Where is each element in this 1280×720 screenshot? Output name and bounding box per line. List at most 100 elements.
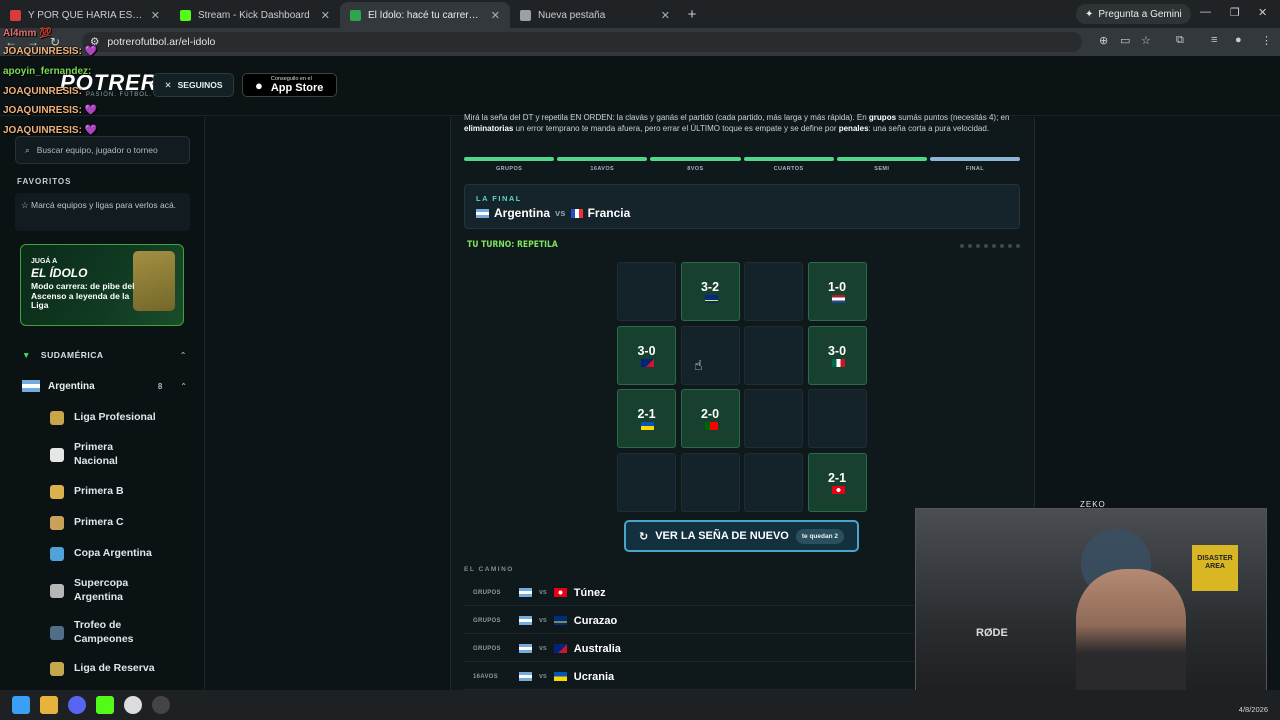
repeat-signal-button[interactable]: ↻ VER LA SEÑA DE NUEVO te quedan 2 [624, 520, 859, 552]
site-tagline: PASIÓN. FÚTBOL. [86, 92, 152, 98]
maximize-icon[interactable]: ❐ [1230, 6, 1240, 19]
discord-icon[interactable] [68, 696, 86, 714]
grid-cell[interactable]: 2-1 [807, 452, 867, 512]
profile-icon[interactable]: ● [1235, 34, 1242, 46]
chat-message: JOAQUINRESIS: [3, 86, 82, 97]
app-store-button[interactable]: ● Conseguilo en el App Store [242, 73, 337, 97]
hand-cursor-icon: ☝ [694, 357, 703, 373]
chat-message: JOAQUINRESIS: 💜 [3, 46, 97, 57]
new-tab-button[interactable]: + [680, 6, 704, 23]
url-field[interactable]: ⚙ potrerofutbol.ar/el-idolo [82, 32, 1082, 52]
grid-cell[interactable]: 2-0 [680, 389, 740, 448]
close-icon[interactable]: ✕ [661, 9, 670, 22]
close-icon[interactable]: ✕ [321, 9, 330, 22]
vs-label: vs [555, 207, 566, 219]
chat-user: apoyin_fernandez: [3, 66, 92, 77]
instruction-text: Mirá la seña del DT y repetila EN ORDEN:… [464, 113, 869, 122]
cast-icon[interactable]: ▭ [1120, 34, 1130, 47]
extensions-icon[interactable]: ⧉ [1176, 34, 1184, 47]
grid-cell[interactable] [744, 262, 803, 321]
path-stage: GRUPOS [473, 589, 501, 596]
grid-cell[interactable] [617, 452, 676, 512]
league-label: Liga Profesional [74, 411, 156, 424]
chevron-up-icon: ⌃ [180, 381, 187, 391]
grid-cell[interactable] [680, 452, 740, 512]
region-sudamerica[interactable]: ▼ SUDAMÉRICA ⌃ [22, 350, 187, 360]
grid-cell[interactable] [617, 262, 676, 321]
stage-step: CUARTOS [743, 157, 834, 172]
chat-user: Al4mm [3, 28, 37, 39]
grid-cell[interactable]: 3-2 [680, 262, 740, 321]
close-icon[interactable]: ✕ [491, 9, 500, 22]
minimize-icon[interactable]: — [1200, 6, 1211, 18]
league-item[interactable]: Primera B [50, 485, 194, 499]
grid-cell[interactable]: 1-0 [807, 262, 867, 321]
remaining-badge: te quedan 2 [795, 528, 844, 544]
stage-step: GRUPOS [464, 157, 555, 172]
webcam-overlay: DISASTER AREA RØDE [915, 508, 1267, 700]
grid-cell[interactable]: 2-1 [617, 389, 676, 448]
league-item[interactable]: Copa Argentina [50, 547, 194, 561]
chrome-icon[interactable] [124, 696, 142, 714]
star-icon[interactable]: ☆ [1141, 34, 1151, 47]
close-window-icon[interactable]: ✕ [1258, 6, 1267, 19]
close-icon[interactable]: ✕ [151, 9, 160, 22]
league-label: Primera C [74, 516, 124, 529]
path-stage: 16AVOS [473, 673, 499, 680]
league-label: Primera Nacional [74, 441, 118, 467]
search-input[interactable]: ⌕ Buscar equipo, jugador o torneo [15, 136, 190, 164]
kick-icon[interactable] [96, 696, 114, 714]
menu-icon[interactable]: ⋮ [1261, 34, 1272, 47]
grid-cell[interactable] [744, 325, 803, 385]
tab-search-icon[interactable]: ≡ [1211, 34, 1217, 46]
browser-tab-3[interactable]: Nueva pestaña ✕ [510, 2, 680, 28]
grid-cell[interactable]: 3-0 [807, 325, 867, 385]
gemini-button[interactable]: ✦ Pregunta a Gemini [1076, 4, 1191, 24]
chat-message: JOAQUINRESIS: 💜 [3, 125, 97, 136]
instruction-keyword: penales [838, 124, 869, 133]
instruction-keyword: eliminatorias [464, 124, 514, 133]
stage-step: FINAL [929, 157, 1021, 172]
vs-label: vs [539, 673, 547, 680]
url-text: potrerofutbol.ar/el-idolo [107, 36, 216, 48]
file-explorer-icon[interactable] [40, 696, 58, 714]
stage-bar [929, 157, 1021, 161]
league-item[interactable]: Primera Nacional [50, 441, 144, 468]
league-item[interactable]: Liga Profesional [50, 411, 194, 425]
vs-label: vs [539, 589, 547, 596]
league-item[interactable]: Primera C [50, 516, 194, 530]
browser-tab-2[interactable]: El Ídolo: hacé tu carrera en la Li ✕ [340, 2, 510, 28]
cell-score: 2-0 [700, 407, 720, 421]
follow-x-button[interactable]: ✕ SEGUINOS [153, 73, 234, 97]
grid-cell[interactable] [680, 325, 740, 385]
windows-start-icon[interactable] [12, 696, 30, 714]
grid-cell[interactable] [744, 389, 803, 448]
vs-label: vs [539, 617, 547, 624]
stage-progress: GRUPOS 16AVOS 8VOS CUARTOS SEMI FINAL [464, 157, 1021, 172]
browser-tab-1[interactable]: Stream - Kick Dashboard ✕ [170, 2, 340, 28]
league-item[interactable]: Supercopa Argentina [50, 577, 144, 604]
mexico-flag-icon [831, 358, 845, 367]
browser-tab-0[interactable]: Y POR QUE HARIA ESO? ✕ [0, 2, 170, 28]
path-row: 16AVOS vs Ucrania [464, 664, 914, 690]
stage-label: CUARTOS [773, 166, 804, 172]
league-item[interactable]: Liga de Reserva [50, 662, 194, 676]
final-label: LA FINAL [476, 194, 522, 203]
tab-favicon [10, 9, 21, 21]
el-idolo-promo[interactable]: JUGÁ A EL ÍDOLO Modo carrera: de pibe de… [20, 244, 184, 326]
favorites-empty: ☆ Marcá equipos y ligas para verlos acá. [15, 193, 190, 231]
vs-label: vs [539, 645, 547, 652]
grid-cell[interactable] [744, 452, 803, 512]
country-count: 8 [157, 381, 163, 391]
progress-dot [1016, 244, 1020, 248]
path-stage: GRUPOS [473, 617, 501, 624]
pin-icon: ▼ [22, 350, 31, 360]
league-icon [50, 625, 64, 640]
settings-icon[interactable] [152, 696, 170, 714]
grid-cell[interactable] [807, 389, 867, 448]
country-argentina[interactable]: Argentina 8 ⌃ [22, 380, 187, 392]
chat-message: apoyin_fernandez: [3, 66, 91, 77]
grid-cell[interactable]: 3-0 [617, 325, 676, 385]
league-item[interactable]: Trofeo de Campeones [50, 619, 144, 646]
zoom-icon[interactable]: ⊕ [1099, 34, 1108, 47]
